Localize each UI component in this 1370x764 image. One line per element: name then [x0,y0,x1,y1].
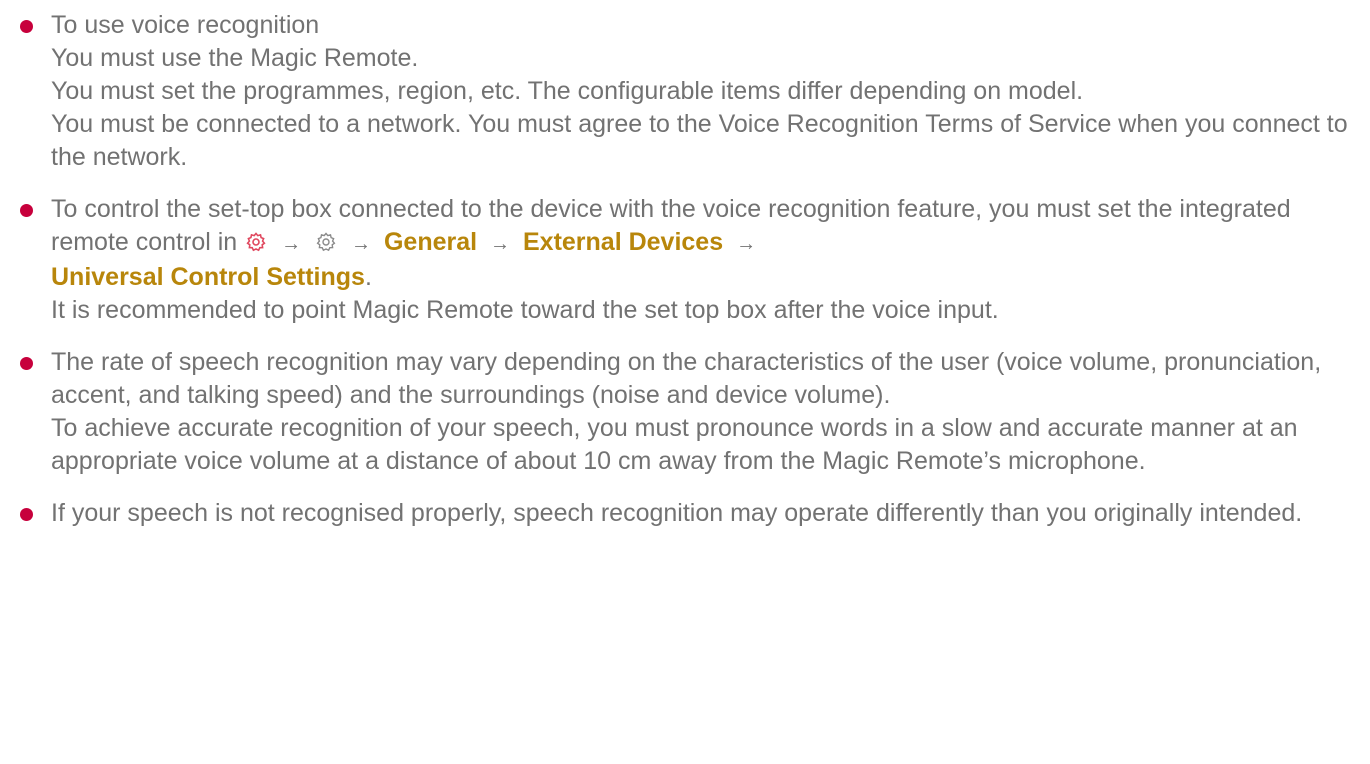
arrow-icon: → [490,233,511,255]
path-end: . [364,263,372,291]
menu-path-general[interactable]: General [384,228,477,256]
bullet-dot [20,357,33,370]
menu-path-universal-control-settings[interactable]: Universal Control Settings [51,263,365,291]
arrow-icon: → [281,233,302,255]
list-item-misrecognition: If your speech is not recognised properl… [0,497,1360,530]
item-line: You must use the Magic Remote. [51,44,419,72]
bullet-dot [20,204,33,217]
help-content: To use voice recognition You must use th… [0,0,1370,530]
settings-gear-outline-icon [316,228,336,252]
list-item-set-top-box: To control the set-top box connected to … [0,193,1360,327]
menu-path-external-devices[interactable]: External Devices [523,228,723,256]
item-line: To control the set-top box connected to … [51,193,1360,294]
bullet-dot [20,20,33,33]
item-line: To achieve accurate recognition of your … [51,414,1298,475]
settings-gear-icon [246,228,266,252]
item-line: You must set the programmes, region, etc… [51,77,1084,105]
bullet-list: To use voice recognition You must use th… [0,9,1360,530]
list-item-voice-requirements: To use voice recognition You must use th… [0,9,1360,174]
item-line: The rate of speech recognition may vary … [51,348,1322,409]
bullet-dot [20,508,33,521]
list-item-recognition-rate: The rate of speech recognition may vary … [0,346,1360,478]
arrow-icon: → [351,233,372,255]
item-title: To use voice recognition [51,11,320,39]
item-line: You must be connected to a network. You … [51,110,1348,171]
item-note: It is recommended to point Magic Remote … [51,296,999,324]
arrow-icon: → [736,233,757,255]
item-line: If your speech is not recognised properl… [51,499,1303,527]
